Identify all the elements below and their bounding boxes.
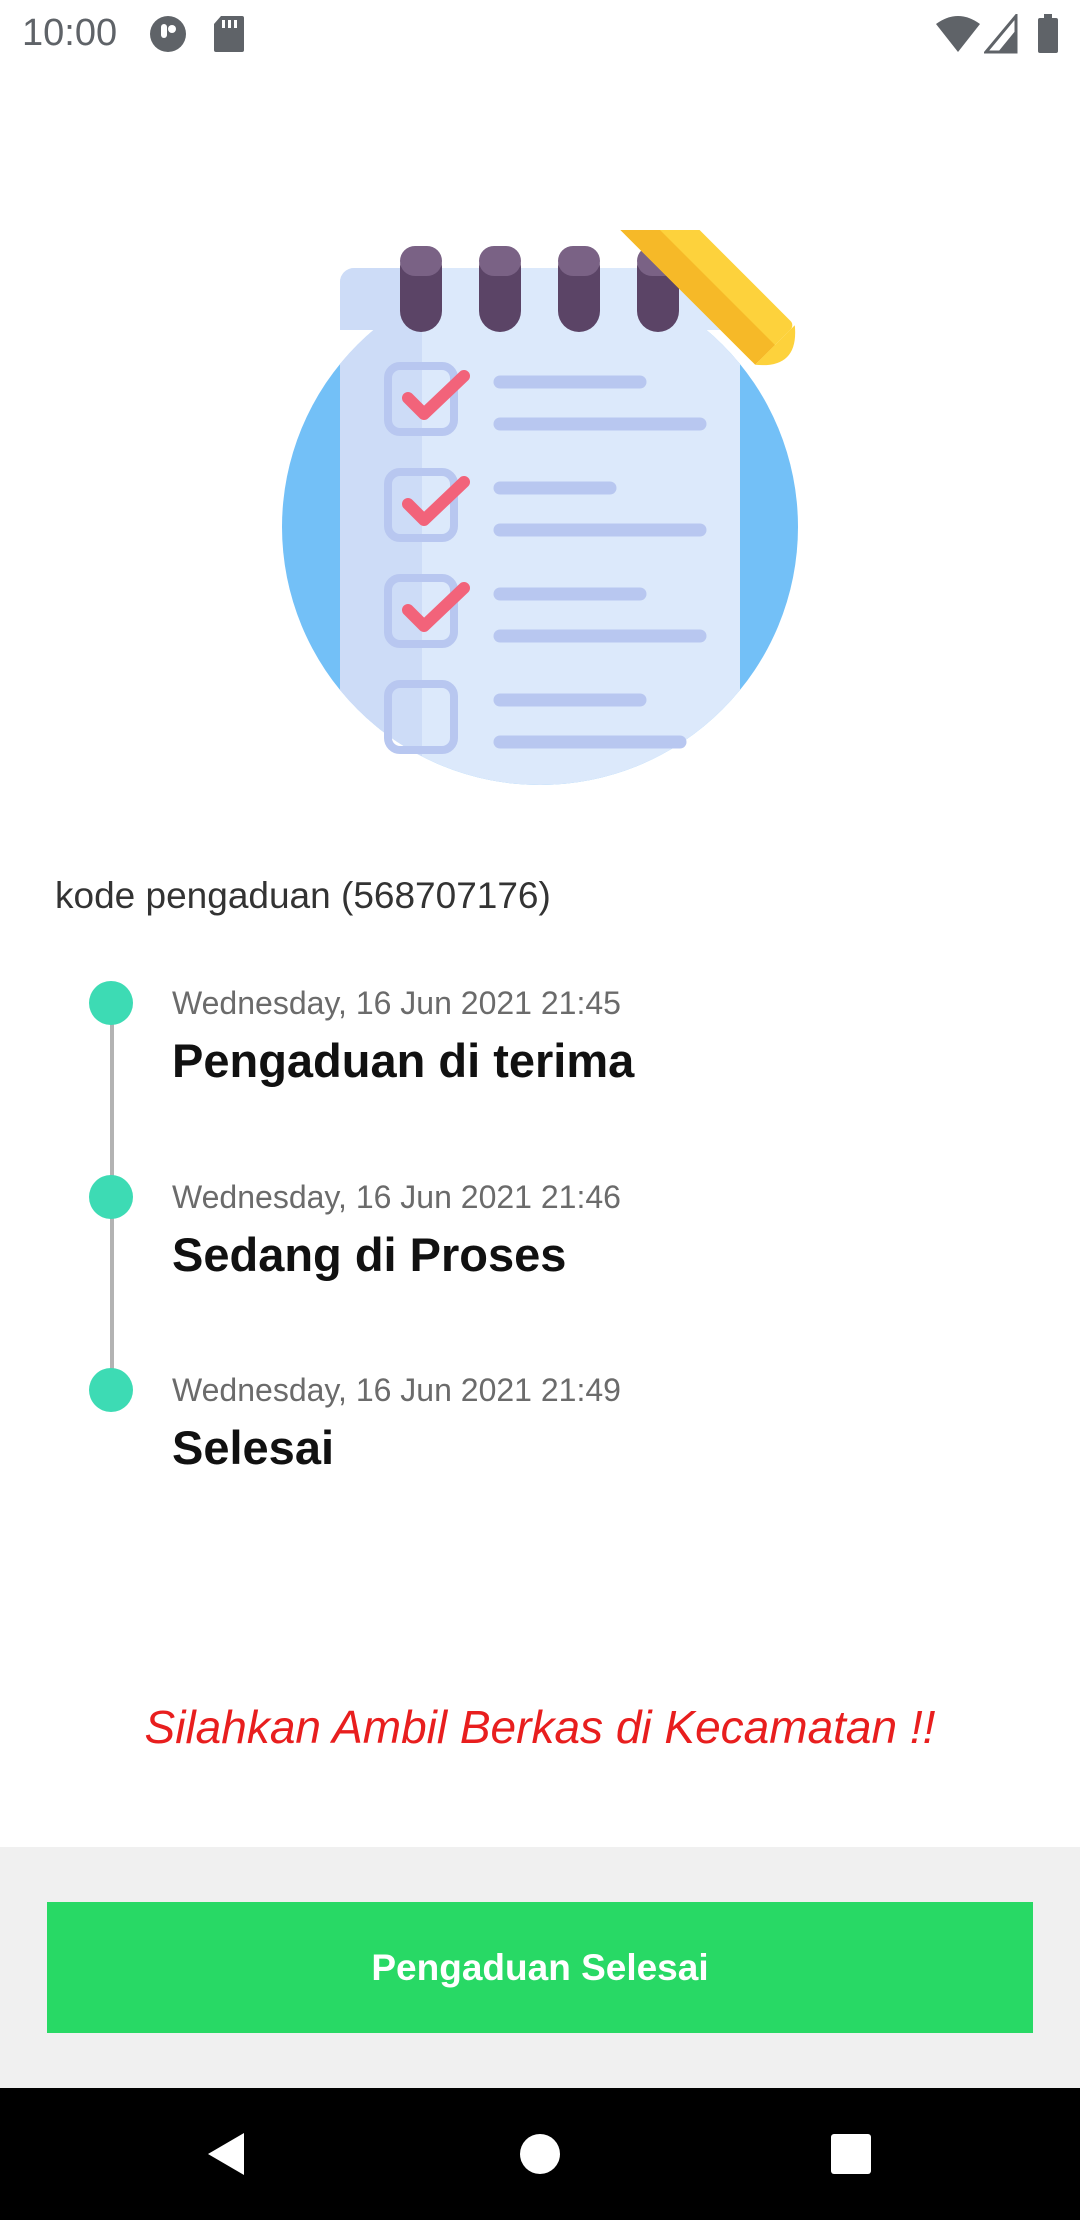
home-icon[interactable] [474, 2088, 606, 2220]
timeline-date: Wednesday, 16 Jun 2021 21:49 [172, 1372, 621, 1408]
timeline-status: Pengaduan di terima [172, 1034, 635, 1087]
bottom-action-bar: Pengaduan Selesai [0, 1847, 1080, 2088]
timeline-dot [89, 1368, 133, 1412]
timeline-date: Wednesday, 16 Jun 2021 21:45 [172, 985, 621, 1021]
signal-icon [982, 11, 1018, 59]
sd-card-icon [212, 14, 246, 59]
recents-icon[interactable] [785, 2088, 917, 2220]
timeline-dot [89, 981, 133, 1025]
checklist-clipboard-pencil-icon [270, 118, 810, 790]
pickup-notice: Silahkan Ambil Berkas di Kecamatan !! [144, 1701, 936, 1753]
status-bar: 10:00 [0, 0, 1080, 68]
timeline-item-processing: Wednesday, 16 Jun 2021 21:46 Sedang di P… [0, 1175, 1080, 1305]
system-nav-bar [0, 2088, 1080, 2220]
finish-complaint-button[interactable]: Pengaduan Selesai [47, 1902, 1033, 2033]
timeline-status: Sedang di Proses [172, 1228, 567, 1281]
complaint-status-screen: 10:00 kode pengaduan (568707176) Wednesd… [0, 0, 1080, 2220]
wifi-icon [935, 14, 981, 59]
status-time: 10:00 [22, 12, 118, 54]
timeline-status: Selesai [172, 1421, 335, 1474]
timeline-item-received: Wednesday, 16 Jun 2021 21:45 Pengaduan d… [0, 981, 1080, 1111]
complaint-code: kode pengaduan (568707176) [55, 875, 551, 916]
timeline-dot [89, 1175, 133, 1219]
app-notification-icon [148, 14, 188, 59]
battery-icon [1037, 14, 1059, 59]
back-icon[interactable] [161, 2088, 293, 2220]
timeline-item-done: Wednesday, 16 Jun 2021 21:49 Selesai [0, 1368, 1080, 1498]
timeline-date: Wednesday, 16 Jun 2021 21:46 [172, 1179, 621, 1215]
